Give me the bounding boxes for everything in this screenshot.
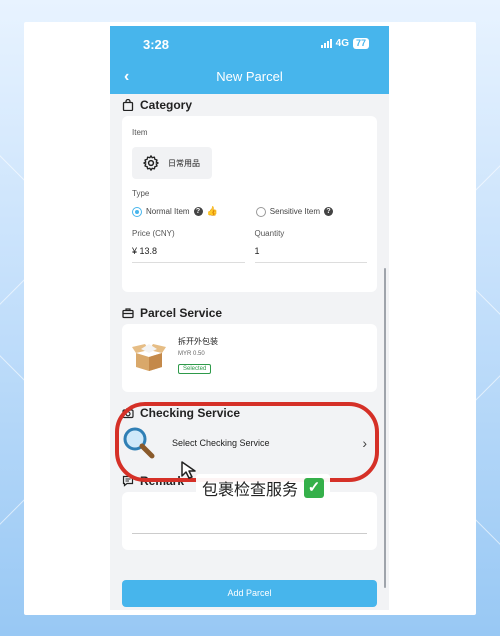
nav-bar: ‹ New Parcel: [110, 62, 389, 94]
open-box-icon: [132, 343, 166, 371]
gear-icon: [143, 155, 159, 171]
parcel-service-info: 拆开外包装 MYR 0.50 Selected: [178, 336, 218, 375]
battery-icon: 77: [352, 38, 369, 49]
sensitive-item-radio[interactable]: Sensitive Item ?: [255, 206, 334, 217]
radio-selected-icon: [132, 206, 142, 217]
signal-icon: [320, 39, 332, 48]
status-time: 3:28: [143, 37, 170, 52]
back-button[interactable]: ‹: [124, 68, 129, 86]
check-mark-icon: ✓: [304, 478, 325, 498]
selected-badge: Selected: [178, 364, 212, 374]
help-icon[interactable]: ?: [193, 207, 203, 216]
annotation-highlight-oval: [115, 402, 379, 482]
remark-underline: [132, 533, 367, 534]
scrollbar[interactable]: [384, 268, 386, 588]
annotation-caption: 包裹检查服务 ✓: [196, 474, 331, 502]
thumbs-up-icon: 👍: [206, 206, 218, 216]
parcel-service-header: Parcel Service: [122, 302, 377, 324]
help-icon[interactable]: ?: [324, 207, 334, 216]
price-label: Price (CNY): [132, 229, 175, 238]
type-label: Type: [132, 189, 150, 198]
status-right: 4G 77: [320, 38, 369, 49]
item-chip[interactable]: 日常用品: [132, 147, 212, 179]
phone-screen: 3:28 4G 77 ‹ New Parcel Category Item 日常…: [110, 26, 389, 610]
radio-unselected-icon: [255, 206, 266, 217]
quantity-input[interactable]: 1: [254, 238, 367, 263]
status-bar: 3:28 4G 77: [110, 26, 389, 62]
briefcase-icon: [122, 308, 134, 319]
parcel-service-title: Parcel Service: [140, 306, 223, 320]
price-input[interactable]: ¥ 13.8: [132, 238, 245, 263]
category-header: Category: [122, 94, 377, 116]
category-card: Item 日常用品 Type Normal Item ? 👍 Sensitive…: [122, 116, 377, 292]
parcel-service-name: 拆开外包装: [178, 337, 218, 346]
parcel-service-price: MYR 0.50: [178, 351, 205, 357]
price-quantity-row: Price (CNY) ¥ 13.8 Quantity 1: [132, 229, 367, 263]
quantity-field: Quantity 1: [254, 229, 367, 263]
type-options: Normal Item ? 👍 Sensitive Item ?: [132, 206, 367, 217]
parcel-service-card[interactable]: 拆开外包装 MYR 0.50 Selected: [122, 324, 377, 392]
normal-item-label: Normal Item: [146, 207, 190, 216]
annotation-text: 包裹检查服务: [202, 482, 299, 499]
parcel-service-item[interactable]: 拆开外包装 MYR 0.50 Selected: [132, 336, 367, 375]
category-title: Category: [140, 98, 193, 112]
sensitive-item-label: Sensitive Item: [269, 207, 321, 216]
add-parcel-button[interactable]: Add Parcel: [122, 580, 377, 607]
network-label: 4G: [335, 38, 349, 49]
quantity-label: Quantity: [254, 229, 285, 238]
item-label: Item: [132, 128, 148, 137]
item-value: 日常用品: [168, 158, 200, 168]
price-field: Price (CNY) ¥ 13.8: [132, 229, 245, 263]
bag-icon: [122, 99, 134, 111]
page-title: New Parcel: [216, 69, 283, 84]
normal-item-radio[interactable]: Normal Item ? 👍: [132, 206, 218, 217]
